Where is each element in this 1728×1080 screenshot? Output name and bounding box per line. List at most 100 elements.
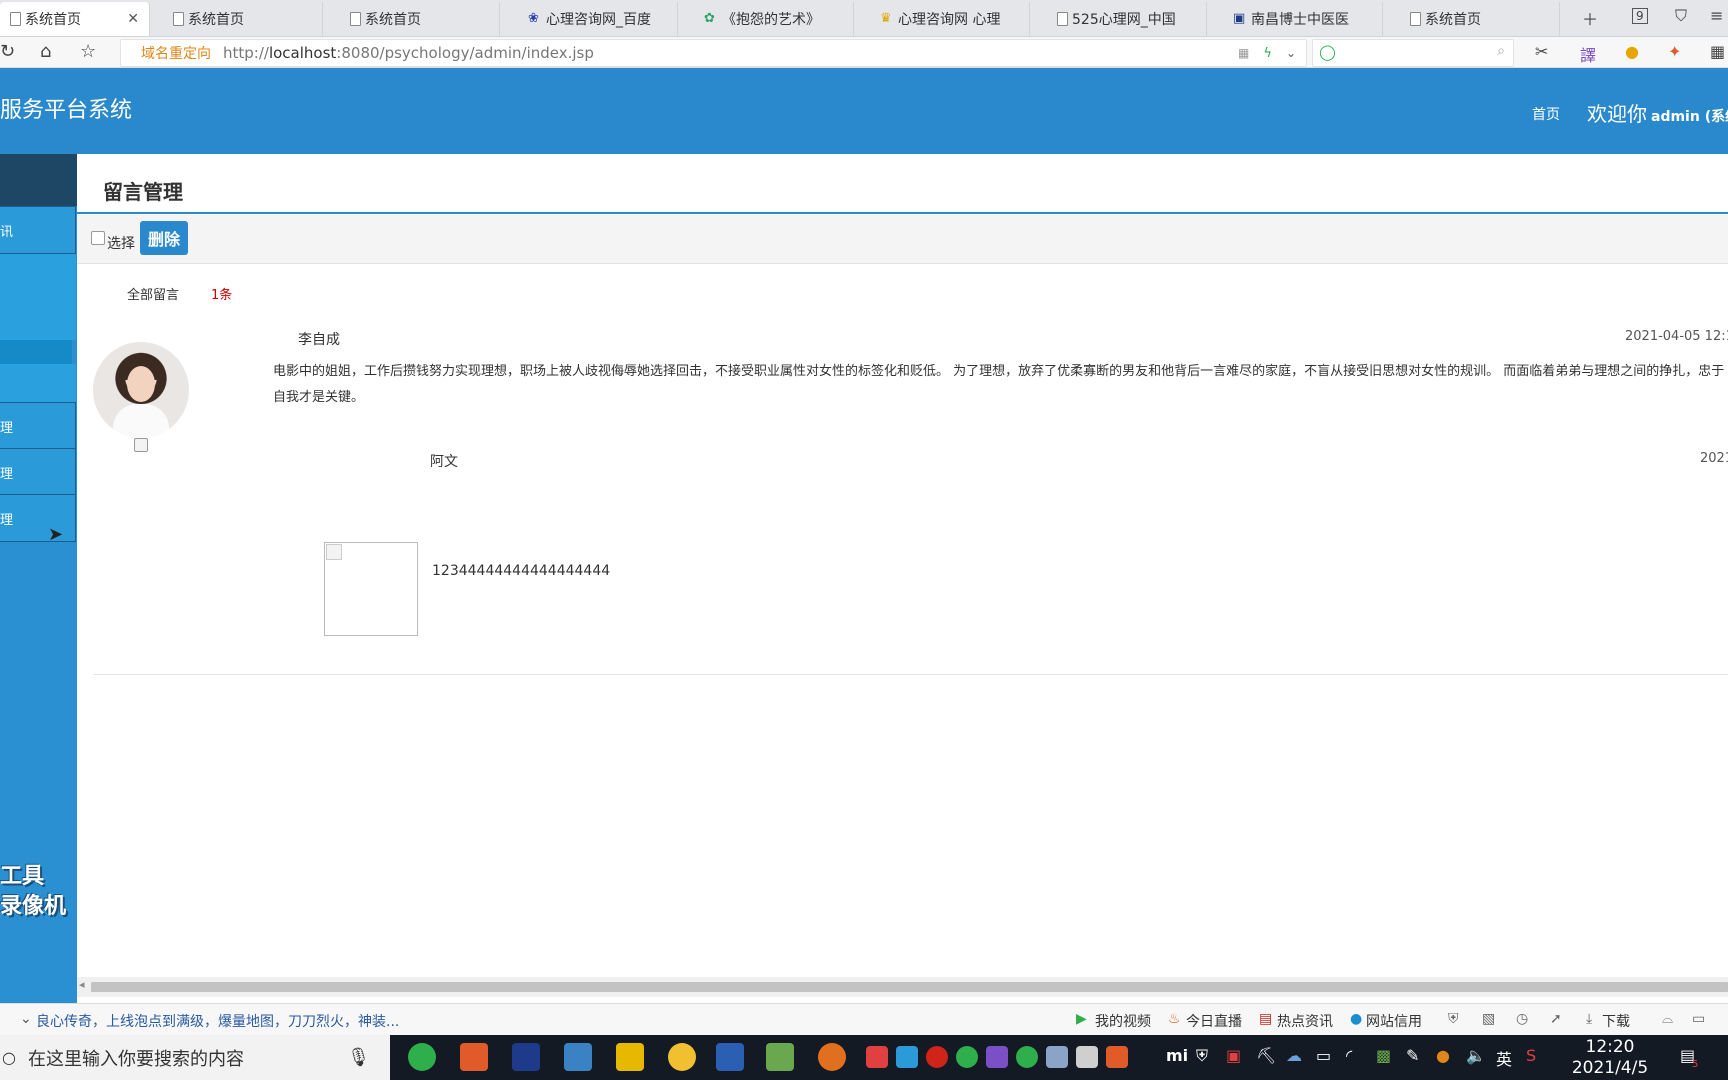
tray-app-icon[interactable]	[866, 1046, 888, 1068]
hot-news-link[interactable]: 热点资讯	[1277, 1011, 1333, 1031]
tab-0[interactable]: 系统首页 ✕	[0, 2, 150, 36]
taskbar-search-input[interactable]: ○ 在这里输入你要搜索的内容 🎙	[0, 1035, 390, 1080]
lightning-icon[interactable]: ϟ	[1263, 46, 1272, 61]
tab-1[interactable]: 系统首页	[163, 2, 323, 36]
sogou-icon[interactable]: S	[1526, 1046, 1536, 1065]
cloud-icon[interactable]: ☁	[1286, 1046, 1302, 1065]
shield-icon[interactable]: ⛨	[1448, 1011, 1459, 1027]
shirt-icon[interactable]: ⛉	[1675, 6, 1687, 26]
recorder-watermark: 工具 录像机	[0, 864, 67, 919]
glasses-icon[interactable]: ⌓	[1662, 1011, 1673, 1027]
site-credit-link[interactable]: 网站信用	[1366, 1011, 1422, 1031]
chevron-down-icon[interactable]: ⌄	[1286, 46, 1296, 60]
reply-time: 2021	[1700, 451, 1728, 466]
tray-app-icon[interactable]	[896, 1046, 918, 1068]
download-link[interactable]: 下载	[1602, 1011, 1630, 1031]
close-icon[interactable]: ✕	[119, 11, 139, 27]
history-icon[interactable]: ◷	[1516, 1011, 1528, 1027]
news-chevron-icon[interactable]: ⌄	[20, 1011, 32, 1027]
apps-icon[interactable]: ▦	[1710, 42, 1725, 61]
word-icon[interactable]	[716, 1043, 744, 1071]
download-icon[interactable]: ⤓	[1586, 1011, 1592, 1027]
tab-7[interactable]: ▣ 南昌博士中医医	[1223, 2, 1383, 36]
image-app-icon[interactable]	[766, 1043, 794, 1071]
rocket-icon[interactable]: ➚	[1550, 1011, 1562, 1027]
sidebar-item-news[interactable]: 讯	[0, 206, 76, 254]
tab-3[interactable]: ❀ 心理咨询网_百度	[518, 2, 678, 36]
scroll-left-icon[interactable]: ◂	[79, 978, 85, 991]
new-tab-icon[interactable]: ＋	[1582, 6, 1598, 30]
mi-icon[interactable]: mi	[1166, 1046, 1188, 1065]
network-icon[interactable]: ◜	[1346, 1046, 1352, 1065]
tray-icon[interactable]: ✎	[1406, 1046, 1419, 1065]
shield-tray-icon[interactable]: ⛨	[1196, 1046, 1208, 1066]
horizontal-scrollbar[interactable]: ◂	[77, 977, 1728, 997]
message-checkbox[interactable]	[134, 438, 148, 452]
app-icon[interactable]	[460, 1043, 488, 1071]
live-link[interactable]: 今日直播	[1186, 1011, 1242, 1031]
redirect-label[interactable]: 域名重定向	[121, 43, 211, 63]
scrollbar-thumb[interactable]	[91, 982, 1728, 992]
microphone-icon[interactable]: 🎙	[347, 1047, 370, 1068]
tab-8[interactable]: 系统首页	[1400, 2, 1560, 36]
search-icon[interactable]: ⌕	[1497, 43, 1505, 59]
url-input[interactable]: 域名重定向 http://localhost:8080/psychology/a…	[120, 39, 1307, 67]
search-engine-icon[interactable]: ◯	[1319, 43, 1336, 61]
folder-icon[interactable]	[616, 1043, 644, 1071]
tab-2[interactable]: 系统首页	[340, 2, 500, 36]
ide-icon[interactable]	[512, 1043, 540, 1071]
tray-icon[interactable]: ●	[1436, 1046, 1450, 1065]
tray-app-icon[interactable]	[1016, 1046, 1038, 1068]
recorder-app-icon[interactable]	[818, 1043, 846, 1071]
ime-indicator[interactable]: 英	[1496, 1046, 1512, 1070]
drop-icon: ●	[1350, 1011, 1363, 1027]
search-icon: ○	[2, 1048, 16, 1067]
search-app-icon[interactable]	[564, 1043, 592, 1071]
tray-app-icon[interactable]	[926, 1046, 948, 1068]
news-ticker[interactable]: 良心传奇，上线泡点到满级，爆量地图，刀刀烈火，神装...	[36, 1011, 399, 1031]
scissors-icon[interactable]: ✂	[1535, 42, 1548, 61]
sidebar-item-manage-2[interactable]: 理	[0, 448, 76, 496]
tab-count-badge[interactable]: 9	[1632, 8, 1648, 24]
coin-icon[interactable]: ●	[1625, 42, 1639, 61]
tray-app-icon[interactable]	[1106, 1046, 1128, 1068]
qr-icon[interactable]: ▦	[1238, 46, 1249, 60]
battery-icon[interactable]: ▭	[1316, 1046, 1331, 1065]
home-icon[interactable]: ⌂	[40, 41, 51, 62]
wechat-icon[interactable]	[956, 1046, 978, 1068]
select-all-checkbox[interactable]	[91, 231, 105, 245]
tab-label: 心理咨询网_百度	[546, 12, 651, 28]
tray-icon[interactable]: ⛏	[1256, 1046, 1276, 1065]
tray-app-icon[interactable]	[986, 1046, 1008, 1068]
star-icon[interactable]: ☆	[80, 41, 96, 62]
tab-6[interactable]: 525心理网_中国	[1047, 2, 1207, 36]
sidebar-group	[0, 254, 76, 340]
search-input[interactable]: ◯ ⌕	[1312, 39, 1514, 67]
translate-icon[interactable]: 譯	[1580, 42, 1596, 66]
sidebar-item-manage-3[interactable]: 理	[0, 494, 76, 542]
menu-icon[interactable]: ≡	[1710, 6, 1723, 25]
taskbar-clock[interactable]: 12:20 2021/4/5	[1555, 1037, 1665, 1079]
tab-label: 南昌博士中医医	[1251, 12, 1349, 28]
volume-icon[interactable]: 🔈	[1466, 1046, 1486, 1065]
tab-5[interactable]: ♛ 心理咨询网 心理	[870, 2, 1030, 36]
sidebar-item-manage-1[interactable]: 理	[0, 402, 76, 450]
game-icon[interactable]: ✦	[1668, 42, 1681, 61]
tray-app-icon[interactable]	[1076, 1046, 1098, 1068]
tray-icon[interactable]: ▣	[1226, 1046, 1241, 1065]
chat-app-icon[interactable]	[668, 1043, 696, 1071]
image-icon[interactable]: ▧	[1482, 1011, 1495, 1027]
refresh-icon[interactable]: ↻	[0, 41, 15, 62]
tray-app-icon[interactable]	[1046, 1046, 1068, 1068]
filter-all-messages[interactable]: 全部留言	[127, 284, 179, 303]
tab-4[interactable]: ✿ 《抱怨的艺术》	[694, 2, 854, 36]
sidebar-item-active[interactable]	[0, 340, 72, 364]
my-video-link[interactable]: 我的视频	[1095, 1011, 1151, 1031]
delete-button[interactable]: 删除	[140, 221, 188, 255]
paw-icon: ❀	[528, 11, 539, 26]
welcome-text: 欢迎你admin (系统	[1587, 98, 1728, 127]
browser-app-icon[interactable]	[408, 1043, 436, 1071]
window-icon[interactable]: ▭	[1692, 1011, 1705, 1027]
gpu-icon[interactable]: ▩	[1376, 1046, 1391, 1065]
nav-home-link[interactable]: 首页	[1532, 104, 1560, 124]
